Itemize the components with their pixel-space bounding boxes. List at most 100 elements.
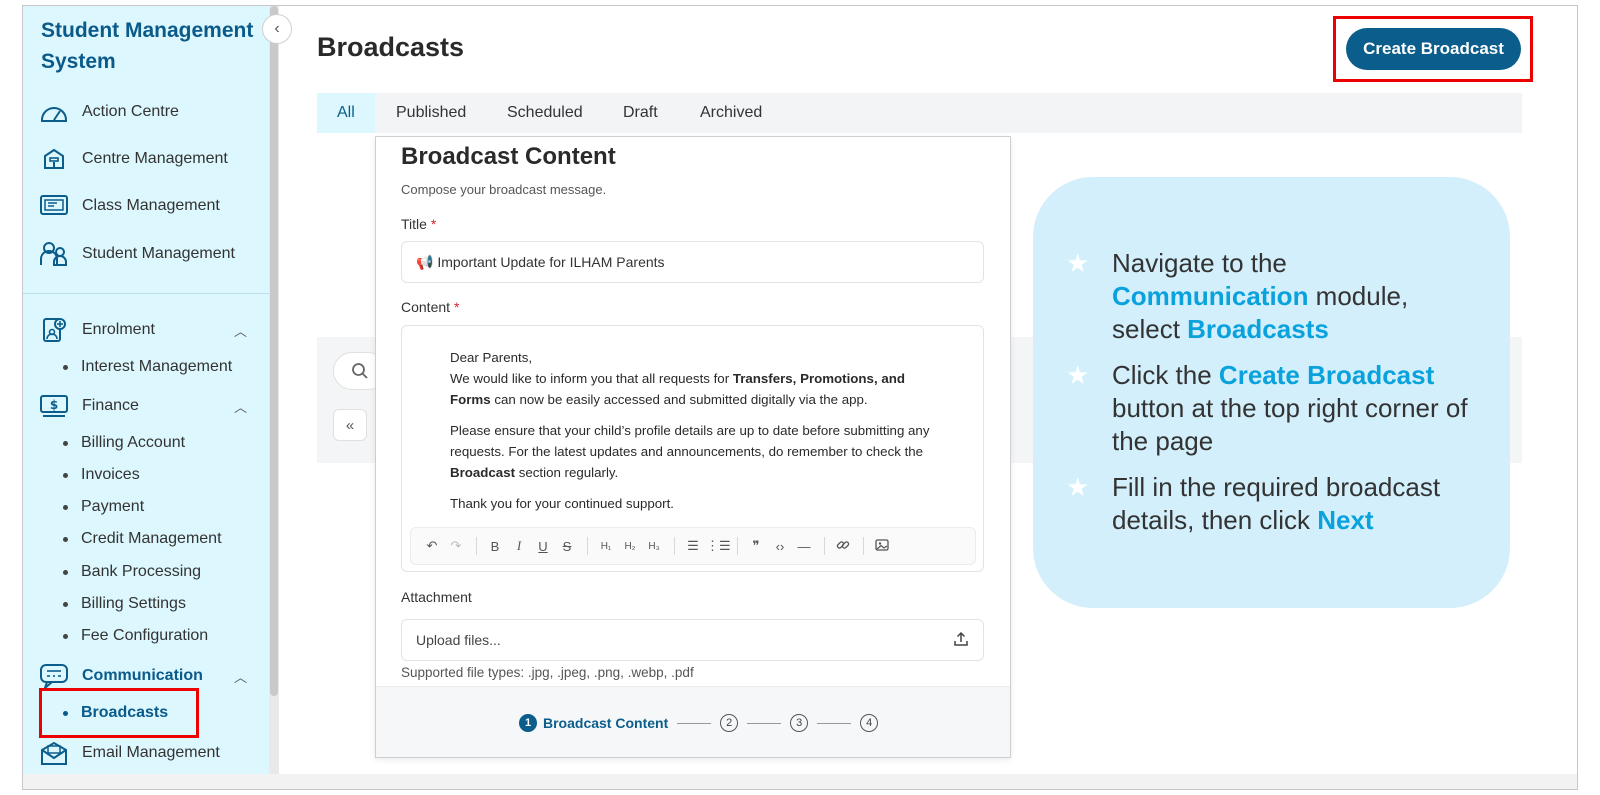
highlight-text: Broadcasts	[1187, 314, 1329, 344]
double-chevron-left-icon: «	[345, 416, 355, 434]
text: Click the	[1112, 360, 1219, 390]
text: section regularly.	[515, 465, 619, 480]
strikethrough-icon[interactable]: S	[556, 539, 578, 554]
instruction-item: ★ Click the Create Broadcast button at t…	[1063, 359, 1483, 458]
sidebar-item-email-management[interactable]: Email Management	[39, 739, 220, 767]
tab-scheduled[interactable]: Scheduled	[507, 93, 583, 133]
sidebar-subitem-billing-account[interactable]: Billing Account	[63, 431, 185, 455]
attachment-label: Attachment	[401, 589, 472, 605]
sidebar-scrollbar-thumb[interactable]	[270, 6, 278, 696]
sidebar: Student Management System Action Centre …	[23, 6, 269, 789]
toolbar-separator	[737, 537, 738, 555]
bullet-icon	[63, 504, 68, 510]
stepper: 1 Broadcast Content 2 3 4	[519, 714, 879, 732]
sidebar-item-student-management[interactable]: Student Management	[39, 240, 235, 268]
title-field-label: Title *	[401, 216, 436, 232]
quote-icon[interactable]: ❞	[745, 538, 767, 554]
sidebar-item-label: Centre Management	[82, 150, 228, 167]
step-connector	[817, 722, 852, 724]
text: can now be easily accessed and submitted…	[490, 392, 868, 407]
chevron-up-icon[interactable]: ︿	[234, 667, 247, 686]
underline-icon[interactable]: U	[532, 539, 554, 554]
tab-archived[interactable]: Archived	[700, 93, 762, 133]
sidebar-item-centre-management[interactable]: Centre Management	[39, 145, 228, 173]
text: Navigate to the	[1112, 248, 1287, 278]
sidebar-subitem-invoices[interactable]: Invoices	[63, 463, 140, 487]
image-icon[interactable]	[871, 538, 893, 555]
highlight-text: Next	[1317, 505, 1374, 535]
italic-icon[interactable]: I	[508, 538, 530, 554]
chevron-up-icon[interactable]: ︿	[234, 397, 247, 416]
star-icon: ★	[1066, 248, 1090, 278]
text: We would like to inform you that all req…	[450, 371, 733, 386]
link-icon[interactable]	[832, 538, 854, 555]
bullet-icon	[63, 472, 68, 478]
redo-icon[interactable]: ↷	[445, 538, 467, 554]
chevron-up-icon[interactable]: ︿	[234, 321, 247, 340]
toolbar-separator	[587, 537, 588, 555]
file-upload-input[interactable]: Upload files...	[401, 619, 984, 661]
sidebar-item-label: Enrolment	[82, 321, 155, 338]
step-1-indicator[interactable]: 1	[519, 714, 537, 732]
step-connector	[677, 722, 712, 724]
bullet-icon	[63, 601, 68, 607]
bullet-icon	[63, 364, 68, 370]
app-window: Student Management System Action Centre …	[22, 5, 1578, 790]
collapse-sidebar-button[interactable]: ‹	[262, 14, 292, 44]
paragraph-3: Thank you for your continued support.	[450, 496, 674, 511]
chat-icon	[39, 663, 69, 689]
sidebar-item-label: Action Centre	[82, 103, 179, 120]
required-asterisk: *	[453, 299, 460, 315]
sidebar-item-label: Class Management	[82, 197, 220, 214]
enrolment-icon	[39, 317, 69, 343]
tab-draft[interactable]: Draft	[623, 93, 658, 133]
sidebar-subitem-bank-processing[interactable]: Bank Processing	[63, 560, 201, 584]
heading3-icon[interactable]: H₃	[643, 541, 665, 552]
step-1-label: Broadcast Content	[543, 715, 669, 731]
step-2-indicator[interactable]: 2	[720, 714, 739, 732]
title-input[interactable]: 📢 Important Update for ILHAM Parents	[401, 241, 984, 283]
tab-all[interactable]: All	[317, 93, 375, 133]
toolbar-separator	[824, 537, 825, 555]
sidebar-item-label: Email Management	[82, 744, 220, 761]
sidebar-item-label: Billing Settings	[81, 595, 186, 612]
sidebar-item-class-management[interactable]: Class Management	[39, 192, 220, 220]
required-asterisk: *	[430, 216, 437, 232]
tab-published[interactable]: Published	[396, 93, 466, 133]
undo-icon[interactable]: ↶	[421, 538, 443, 554]
bullet-icon	[63, 440, 68, 446]
heading1-icon[interactable]: H₁	[595, 541, 617, 552]
sidebar-item-finance[interactable]: $ Finance ︿	[39, 392, 247, 420]
numbered-list-icon[interactable]: ⋮☰	[706, 538, 731, 554]
sidebar-subitem-credit-management[interactable]: Credit Management	[63, 527, 222, 551]
sidebar-item-enrolment[interactable]: Enrolment ︿	[39, 316, 247, 344]
sidebar-item-label: Finance	[82, 397, 139, 414]
rich-text-editor[interactable]: Dear Parents, We would like to inform yo…	[401, 325, 984, 572]
text: Please ensure that your child’s profile …	[450, 423, 930, 459]
sidebar-item-label: Bank Processing	[81, 563, 202, 580]
sidebar-item-action-centre[interactable]: Action Centre	[39, 98, 179, 126]
sidebar-item-communication[interactable]: Communication ︿	[39, 662, 247, 690]
paragraph-2: Please ensure that your child’s profile …	[450, 420, 940, 483]
bullet-list-icon[interactable]: ☰	[682, 538, 704, 554]
toolbar-separator	[674, 537, 675, 555]
sidebar-subitem-fee-configuration[interactable]: Fee Configuration	[63, 624, 208, 648]
code-icon[interactable]: ‹›	[769, 539, 791, 554]
sidebar-subitem-payment[interactable]: Payment	[63, 495, 144, 519]
sidebar-divider	[23, 293, 269, 294]
step-3-indicator[interactable]: 3	[790, 714, 809, 732]
step-4-indicator[interactable]: 4	[860, 714, 879, 732]
horizontal-rule-icon[interactable]: —	[793, 539, 815, 554]
content-field-label: Content *	[401, 299, 459, 315]
editor-content[interactable]: Dear Parents, We would like to inform yo…	[450, 347, 940, 524]
sidebar-subitem-billing-settings[interactable]: Billing Settings	[63, 592, 186, 616]
sidebar-item-label: Interest Management	[81, 358, 233, 375]
upload-icon[interactable]	[953, 631, 969, 650]
sidebar-item-label: Communication	[82, 667, 203, 684]
sidebar-subitem-interest-management[interactable]: Interest Management	[63, 355, 232, 379]
sidebar-item-label: Payment	[81, 498, 145, 515]
instruction-item: ★ Navigate to the Communication module, …	[1063, 247, 1483, 346]
bold-icon[interactable]: B	[484, 539, 506, 554]
first-page-button[interactable]: «	[333, 409, 367, 441]
heading2-icon[interactable]: H₂	[619, 541, 641, 552]
